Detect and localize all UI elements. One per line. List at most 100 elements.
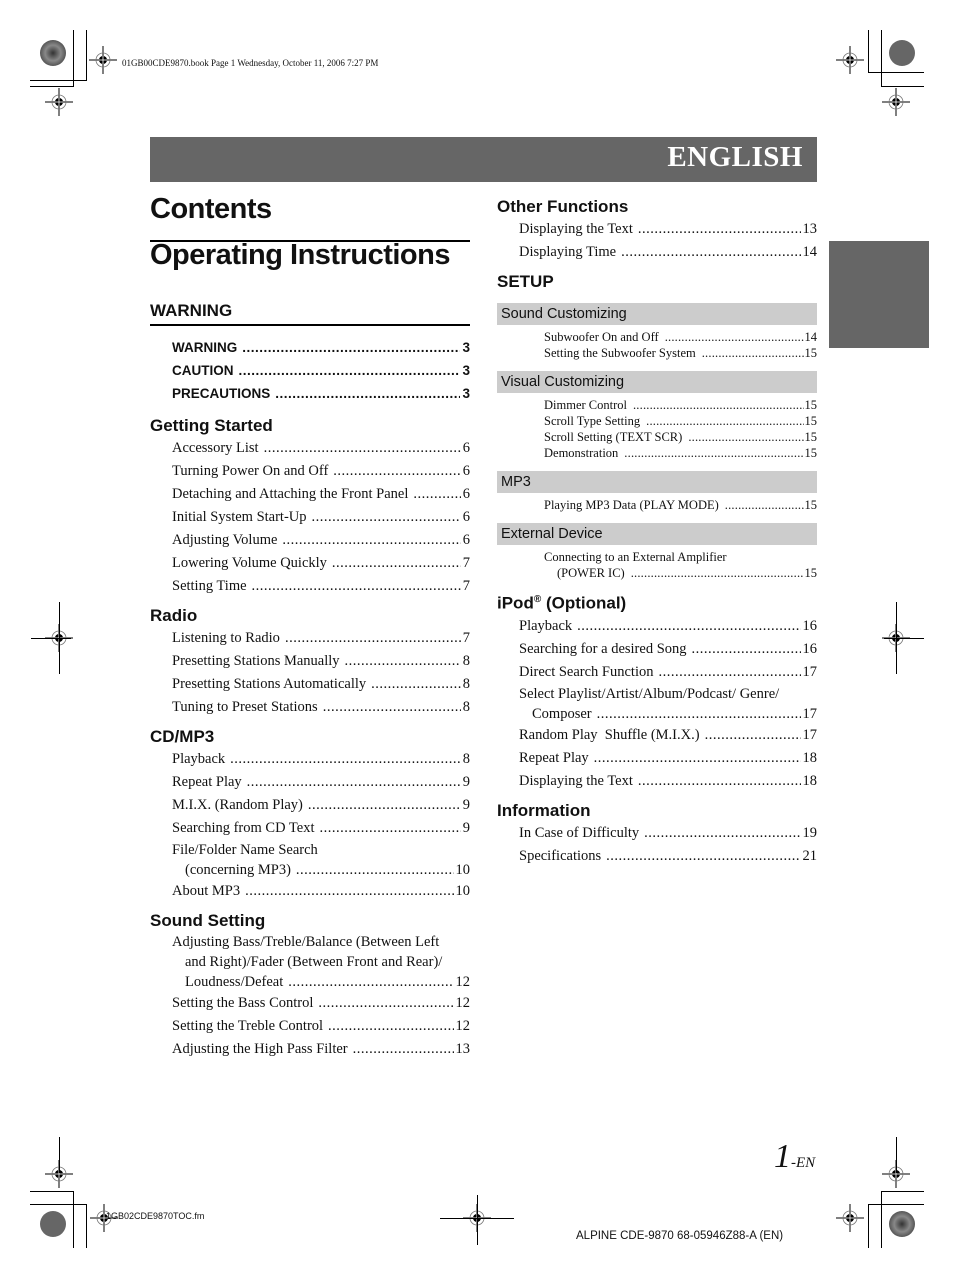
toc-list-external-device: Connecting to an External Amplifier (POW… (497, 545, 817, 581)
page-title: Contents (150, 193, 272, 225)
registration-mark-icon (45, 88, 73, 116)
toc-entry[interactable]: Presetting Stations Automatically8 (150, 673, 470, 696)
toc-entry[interactable]: Adjusting Volume6 (150, 529, 470, 552)
toc-entry[interactable]: Setting the Bass Control12 (150, 992, 470, 1015)
toc-entry[interactable]: Adjusting the High Pass Filter13 (150, 1038, 470, 1061)
toc-entry[interactable]: Select Playlist/Artist/Album/Podcast/ Ge… (497, 684, 817, 724)
crop-line (868, 30, 869, 73)
section-heading-other-functions: Other Functions (497, 197, 629, 216)
section-heading-radio: Radio (150, 606, 198, 625)
toc-entry[interactable]: CAUTION3 (150, 359, 470, 382)
crop-line (30, 86, 73, 87)
toc-list-mp3: Playing MP3 Data (PLAY MODE)15 (497, 493, 817, 513)
color-rosette-icon (886, 1208, 918, 1240)
language-side-tab (829, 241, 929, 348)
toc-right-column: Other Functions Displaying the Text13 Di… (497, 196, 817, 868)
crop-line (30, 80, 86, 81)
toc-entry[interactable]: Connecting to an External Amplifier (POW… (497, 549, 817, 581)
toc-entry[interactable]: Random Play Shuffle (M.I.X.)17 (497, 724, 817, 747)
toc-entry[interactable]: Searching from CD Text9 (150, 817, 470, 840)
crop-line (884, 638, 924, 639)
toc-entry[interactable]: Turning Power On and Off6 (150, 460, 470, 483)
crop-line (86, 1204, 87, 1248)
toc-entry[interactable]: File/Folder Name Search (concerning MP3)… (150, 840, 470, 880)
subsection-heading-sound-customizing: Sound Customizing (497, 303, 817, 325)
subsection-heading-external-device: External Device (497, 523, 817, 545)
page-number: 1-EN (774, 1138, 816, 1175)
section-heading-sound-setting: Sound Setting (150, 911, 266, 930)
toc-entry[interactable]: Searching for a desired Song16 (497, 638, 817, 661)
crop-line (477, 1195, 478, 1245)
crop-line (30, 1191, 73, 1192)
registration-mark-icon (89, 46, 117, 74)
toc-entry[interactable]: Scroll Type Setting15 (497, 413, 817, 429)
registration-mark-icon (836, 46, 864, 74)
color-rosette-icon (886, 37, 918, 69)
toc-entry[interactable]: About MP310 (150, 880, 470, 903)
crop-line (73, 1191, 74, 1248)
toc-list-getting-started: Accessory List6 Turning Power On and Off… (150, 437, 470, 598)
toc-entry[interactable]: Accessory List6 (150, 437, 470, 460)
toc-entry[interactable]: Setting the Treble Control12 (150, 1015, 470, 1038)
section-heading-setup: SETUP (497, 272, 554, 291)
print-header-info: 01GB00CDE9870.book Page 1 Wednesday, Oct… (122, 58, 379, 68)
toc-entry[interactable]: Adjusting Bass/Treble/Balance (Between L… (150, 932, 470, 992)
toc-list-cd-mp3: Playback8 Repeat Play9 M.I.X. (Random Pl… (150, 748, 470, 903)
crop-line (881, 30, 882, 87)
toc-list-other-functions: Displaying the Text13 Displaying Time14 (497, 218, 817, 264)
toc-entry[interactable]: Initial System Start-Up6 (150, 506, 470, 529)
crop-line (881, 1191, 924, 1192)
toc-list-ipod: Playback16 Searching for a desired Song1… (497, 615, 817, 793)
toc-entry[interactable]: M.I.X. (Random Play)9 (150, 794, 470, 817)
toc-left-column: WARNING WARNING3 CAUTION3 PRECAUTIONS3 G… (150, 300, 470, 1061)
toc-entry[interactable]: Lowering Volume Quickly7 (150, 552, 470, 575)
crop-line (30, 1204, 86, 1205)
toc-entry[interactable]: Displaying the Text18 (497, 770, 817, 793)
toc-entry[interactable]: Listening to Radio7 (150, 627, 470, 650)
toc-entry[interactable]: Scroll Setting (TEXT SCR)15 (497, 429, 817, 445)
section-heading-cd-mp3: CD/MP3 (150, 727, 215, 746)
toc-entry[interactable]: Demonstration15 (497, 445, 817, 461)
toc-entry[interactable]: Dimmer Control15 (497, 397, 817, 413)
toc-entry[interactable]: PRECAUTIONS3 (150, 382, 470, 405)
toc-entry[interactable]: Direct Search Function17 (497, 661, 817, 684)
subsection-heading-visual-customizing: Visual Customizing (497, 371, 817, 393)
toc-entry[interactable]: In Case of Difficulty19 (497, 822, 817, 845)
crop-line (868, 1204, 924, 1205)
toc-entry[interactable]: Playback8 (150, 748, 470, 771)
toc-list-sound-setting: Adjusting Bass/Treble/Balance (Between L… (150, 932, 470, 1061)
crop-line (881, 1191, 882, 1248)
crop-line (86, 30, 87, 81)
toc-entry[interactable]: Presetting Stations Manually8 (150, 650, 470, 673)
toc-entry[interactable]: Playing MP3 Data (PLAY MODE)15 (497, 497, 817, 513)
toc-entry[interactable]: Playback16 (497, 615, 817, 638)
language-label: ENGLISH (667, 141, 803, 173)
section-heading-getting-started: Getting Started (150, 416, 273, 435)
toc-entry[interactable]: Setting the Subwoofer System15 (497, 345, 817, 361)
crop-line (868, 72, 924, 73)
crop-line (31, 638, 71, 639)
footer-file-name: 1GB02CDE9870TOC.fm (106, 1211, 205, 1221)
toc-entry[interactable]: Displaying Time14 (497, 241, 817, 264)
toc-entry[interactable]: Tuning to Preset Stations8 (150, 696, 470, 719)
registration-mark-icon (836, 1204, 864, 1232)
section-heading-information: Information (497, 800, 591, 820)
toc-list-information: In Case of Difficulty19 Specifications21 (497, 822, 817, 868)
registration-mark-icon (882, 88, 910, 116)
crop-line (73, 30, 74, 87)
crop-line (881, 86, 924, 87)
toc-entry[interactable]: WARNING3 (150, 336, 470, 359)
toc-list-sound-customizing: Subwoofer On and Off14 Setting the Subwo… (497, 325, 817, 361)
toc-entry[interactable]: Setting Time7 (150, 575, 470, 598)
toc-entry[interactable]: Subwoofer On and Off14 (497, 329, 817, 345)
toc-entry[interactable]: Repeat Play18 (497, 747, 817, 770)
page-subtitle: Operating Instructions (150, 239, 450, 271)
toc-entry[interactable]: Specifications21 (497, 845, 817, 868)
toc-list-radio: Listening to Radio7 Presetting Stations … (150, 627, 470, 719)
toc-list-warning: WARNING3 CAUTION3 PRECAUTIONS3 (150, 336, 470, 405)
color-rosette-icon (37, 1208, 69, 1240)
subsection-heading-mp3: MP3 (497, 471, 817, 493)
toc-entry[interactable]: Detaching and Attaching the Front Panel6 (150, 483, 470, 506)
toc-entry[interactable]: Displaying the Text13 (497, 218, 817, 241)
toc-entry[interactable]: Repeat Play9 (150, 771, 470, 794)
